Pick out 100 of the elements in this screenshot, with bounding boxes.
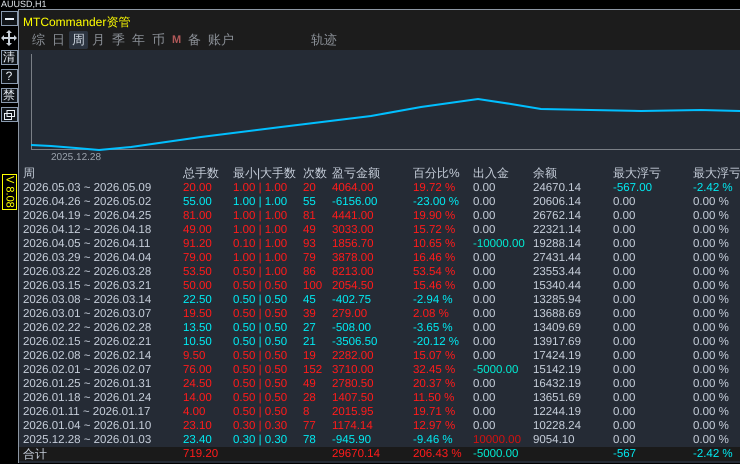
lot-range-cell-text: 0.50 | 0.50	[233, 279, 288, 293]
lot-range-cell-text: 0.50 | 1.00	[233, 265, 288, 279]
profit-cell-text: 2015.95	[332, 405, 375, 419]
week-cell-text: 2026.04.05 ~ 2026.04.11	[23, 237, 152, 251]
move-icon[interactable]	[1, 30, 17, 46]
balance-cell-text: 12244.19	[533, 405, 582, 419]
lot-range-cell-text: 0.50 | 0.50	[233, 363, 288, 377]
max-drawdown-percent-cell-text: 0.00 %	[693, 377, 730, 391]
percent-cell-text: 16.46 %	[413, 251, 456, 265]
trades-cell-text: 93	[303, 237, 317, 251]
column-header: 最小|大手数	[233, 166, 298, 181]
tab[interactable]: 年	[129, 31, 148, 49]
profit-cell-text: 1407.50	[332, 391, 375, 405]
chart-symbol: AUUSD,H1	[0, 0, 47, 9]
toolbar-button[interactable]: 禁	[0, 88, 18, 103]
tab[interactable]: 季	[109, 31, 128, 49]
deposit-cell-text: 0.00	[473, 321, 496, 335]
lots-cell-text: 50.00	[183, 279, 213, 293]
max-drawdown-percent-cell-text: 0.00 %	[693, 223, 730, 237]
lots-cell-text: 23.10	[183, 419, 213, 433]
toolbar-button[interactable]: ?	[0, 69, 18, 84]
trades-cell-text: 39	[303, 307, 317, 321]
lot-range-cell-text: 1.00 | 1.00	[233, 251, 288, 265]
lot-range-cell-text: 0.30 | 0.30	[233, 419, 288, 433]
lot-range-cell-text: 0.50 | 0.50	[233, 405, 288, 419]
tab[interactable]: 周	[69, 31, 88, 49]
tab[interactable]: 账户	[205, 31, 238, 49]
lot-range-cell-text: 1.00 | 1.00	[233, 181, 288, 195]
week-cell-text: 2026.02.01 ~ 2026.02.07	[23, 363, 152, 377]
tab[interactable]: 币	[149, 31, 168, 49]
balance-cell-text: 26762.14	[533, 209, 582, 223]
trades-cell-text: 45	[303, 293, 317, 307]
week-cell-text: 2026.05.03 ~ 2026.05.09	[23, 181, 152, 195]
percent-cell-text: 10.65 %	[413, 237, 456, 251]
deposit-cell-text: 0.00	[473, 405, 496, 419]
deposit-cell-text: 0.00	[473, 209, 496, 223]
window-button[interactable]	[0, 107, 18, 122]
lot-range-cell-text: 1.00 | 1.00	[233, 209, 288, 223]
max-drawdown-percent-cell-text: 0.00 %	[693, 237, 730, 251]
max-drawdown-cell-text: 0.00	[613, 237, 636, 251]
tab[interactable]: 日	[49, 31, 68, 49]
tab[interactable]: 轨迹	[308, 31, 340, 49]
balance-cell-text: 22321.14	[533, 223, 582, 237]
profit-cell-text: 3878.00	[332, 251, 375, 265]
max-drawdown-percent-cell-text: 0.00 %	[693, 433, 730, 447]
lots-cell-text: 20.00	[183, 181, 213, 195]
trades-cell-text: 28	[303, 391, 317, 405]
lots-cell-text: 23.40	[183, 433, 213, 447]
max-drawdown-cell-text: 0.00	[613, 363, 636, 377]
max-drawdown-cell-text: 0.00	[613, 405, 636, 419]
lot-range-cell-text: 0.50 | 0.50	[233, 335, 288, 349]
week-cell-text: 2026.03.15 ~ 2026.03.21	[23, 279, 152, 293]
max-drawdown-percent-cell-text: -2.42 %	[693, 447, 734, 461]
max-drawdown-cell-text: 0.00	[613, 433, 636, 447]
week-cell-text: 2026.04.12 ~ 2026.04.18	[23, 223, 152, 237]
minimize-button[interactable]	[0, 11, 18, 26]
deposit-cell-text: 0.00	[473, 335, 496, 349]
week-cell-text: 2026.03.29 ~ 2026.04.04	[23, 251, 152, 265]
week-cell-text: 2026.04.19 ~ 2026.04.25	[23, 209, 152, 223]
profit-cell-text: -402.75	[332, 293, 372, 307]
week-cell-text: 2025.12.28 ~ 2026.01.03	[23, 433, 152, 447]
profit-cell-text: -6156.00	[332, 195, 378, 209]
column-header: 盈亏金额	[332, 166, 381, 181]
deposit-cell-text: 0.00	[473, 307, 496, 321]
max-drawdown-percent-cell-text: 0.00 %	[693, 419, 730, 433]
balance-cell-text: 15340.44	[533, 279, 582, 293]
lots-cell-text: 79.00	[183, 251, 213, 265]
balance-cell-text: 13285.94	[533, 293, 582, 307]
max-drawdown-percent-cell-text: 0.00 %	[693, 279, 730, 293]
tab[interactable]: 综	[29, 31, 48, 49]
toolbar-button[interactable]: 清	[0, 50, 18, 65]
tab[interactable]: 备	[185, 31, 204, 49]
max-drawdown-cell-text: 0.00	[613, 279, 636, 293]
week-cell-text: 2026.01.04 ~ 2026.01.10	[23, 419, 152, 433]
max-drawdown-cell-text: 0.00	[613, 377, 636, 391]
percent-cell-text: 2.08 %	[413, 307, 450, 321]
percent-cell-text: 15.72 %	[413, 223, 456, 237]
percent-cell-text: 15.07 %	[413, 349, 456, 363]
max-drawdown-percent-cell-text: 0.00 %	[693, 391, 730, 405]
lot-range-cell-text: 0.50 | 0.50	[233, 349, 288, 363]
max-drawdown-cell-text: 0.00	[613, 419, 636, 433]
lot-range-cell-text: 0.10 | 1.00	[233, 237, 288, 251]
balance-cell-text: 24670.14	[533, 181, 582, 195]
balance-cell-text: 27431.44	[533, 251, 582, 265]
max-drawdown-percent-cell-text: 0.00 %	[693, 307, 730, 321]
profit-cell-text: 2780.50	[332, 377, 375, 391]
percent-cell-text: 32.45 %	[413, 363, 456, 377]
trades-cell-text: 152	[303, 363, 324, 377]
axis-label: 2025.12.28	[51, 152, 102, 163]
trades-cell-text: 55	[303, 195, 317, 209]
max-drawdown-percent-cell-text: 0.00 %	[693, 363, 730, 377]
column-header: 余额	[533, 166, 558, 181]
profit-cell-text: -945.90	[332, 433, 372, 447]
profit-cell-text: 1856.70	[332, 237, 375, 251]
column-header: 总手数	[183, 166, 220, 181]
max-drawdown-percent-cell-text: 0.00 %	[693, 293, 730, 307]
percent-cell-text: 19.71 %	[413, 405, 456, 419]
percent-cell-text: 19.72 %	[413, 181, 456, 195]
tab[interactable]: 月	[89, 31, 108, 49]
balance-cell-text: 16432.19	[533, 377, 582, 391]
